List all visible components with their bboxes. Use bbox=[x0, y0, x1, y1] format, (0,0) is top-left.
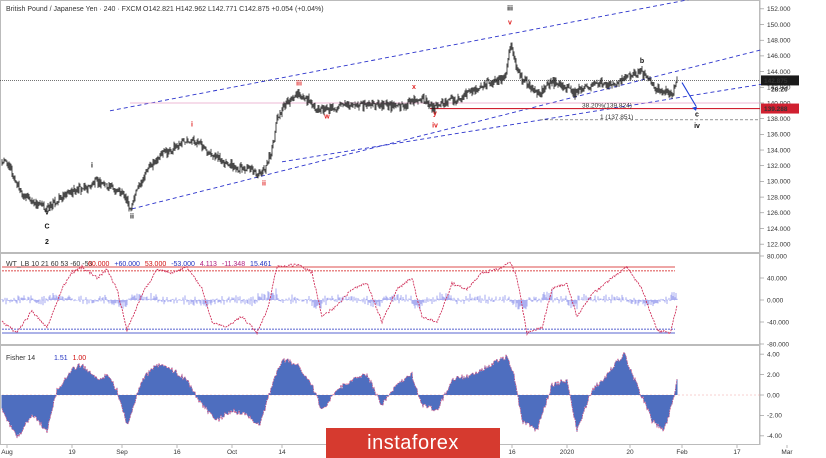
chart-title: British Pound / Japanese Yen · 240 · FXC… bbox=[6, 6, 142, 13]
wave-label: iii bbox=[507, 5, 513, 12]
price-tick-label: 152.000 bbox=[767, 6, 791, 13]
wave-label: v bbox=[45, 209, 49, 216]
price-tick-label: 136.000 bbox=[767, 132, 791, 139]
trading-chart[interactable]: 38.20%(139.824) 1 (137.851) 152.000 150.00… bbox=[0, 0, 826, 458]
wave-label: c bbox=[695, 111, 699, 118]
fisher-tick-label: -2.00 bbox=[767, 413, 782, 420]
wave-label: iv bbox=[432, 122, 438, 129]
countdown-label: 28:26 bbox=[771, 86, 788, 93]
fisher-title: Fisher 14 bbox=[6, 355, 35, 362]
fisher-tick-label: 2.00 bbox=[767, 372, 780, 379]
time-tick-label: Mar bbox=[781, 449, 793, 456]
wave-label: y bbox=[433, 111, 437, 118]
time-tick-label: 20 bbox=[626, 449, 634, 456]
time-tick-label: 19 bbox=[68, 449, 76, 456]
price-tick-label: 132.000 bbox=[767, 163, 791, 170]
price-tick-label: 134.000 bbox=[767, 147, 791, 154]
wave-label: b bbox=[640, 58, 644, 65]
instaforex-logo: instaforex bbox=[326, 428, 500, 458]
price-tick-label: 144.000 bbox=[767, 69, 791, 76]
wave-label: C bbox=[44, 223, 49, 230]
price-tick-label: 122.000 bbox=[767, 241, 791, 248]
time-tick-label: Aug bbox=[1, 449, 13, 456]
wave-label: i bbox=[191, 122, 193, 129]
fisher-tick-label: -4.00 bbox=[767, 433, 782, 440]
price-tick-label: 138.000 bbox=[767, 116, 791, 123]
time-tick-label: 16 bbox=[173, 449, 181, 456]
last-price-tag-text: 142.875 bbox=[764, 78, 788, 85]
price-tick-label: 128.000 bbox=[767, 194, 791, 201]
ohlc-readout: O142.821 H142.962 L142.771 C142.875 +0.0… bbox=[143, 6, 324, 13]
wave-label: ii bbox=[130, 213, 134, 220]
fisher-tick-label: 0.00 bbox=[767, 392, 780, 399]
oscillator-legend: 60.000 +60.000 53.000 -53.000 4.113 -11.… bbox=[88, 261, 272, 268]
wave-label: 2 bbox=[45, 239, 49, 246]
oscillator-title: WT_LB 10 21 60 53 -60 -53 bbox=[6, 261, 92, 268]
target-label: 1 (137.851) bbox=[600, 114, 633, 121]
price-tick-label: 150.000 bbox=[767, 22, 791, 29]
time-tick-label: Feb bbox=[676, 449, 688, 456]
time-tick-label: 17 bbox=[733, 449, 741, 456]
wave-label: iii bbox=[296, 81, 302, 88]
time-tick-label: 14 bbox=[278, 449, 286, 456]
time-tick-label: Sep bbox=[116, 449, 128, 456]
fisher-tick-label: 4.00 bbox=[767, 351, 780, 358]
osc-tick-label: 0.000 bbox=[767, 297, 784, 304]
price-tick-label: 126.000 bbox=[767, 210, 791, 217]
retracement-tag-text: 139.288 bbox=[764, 106, 788, 113]
wave-label: iv bbox=[694, 123, 700, 130]
osc-tick-label: -40.000 bbox=[767, 319, 789, 326]
osc-tick-label: 80.000 bbox=[767, 253, 787, 260]
price-tick-label: 146.000 bbox=[767, 53, 791, 60]
price-axis: 152.000150.000148.000146.000144.000142.0… bbox=[760, 6, 799, 248]
retracement-label: 38.20%(139.824) bbox=[582, 103, 632, 110]
price-tick-label: 124.000 bbox=[767, 226, 791, 233]
price-tick-label: 130.000 bbox=[767, 179, 791, 186]
time-tick-label: Oct bbox=[227, 449, 237, 456]
price-tick-label: 148.000 bbox=[767, 38, 791, 45]
osc-tick-label: 40.000 bbox=[767, 275, 787, 282]
time-tick-label: 16 bbox=[508, 449, 516, 456]
wave-label: ii bbox=[262, 180, 266, 187]
fisher-axis: 4.00 2.00 0.00 -2.00 -4.00 bbox=[760, 351, 782, 440]
wave-label: v bbox=[508, 20, 512, 27]
wave-label: i bbox=[91, 162, 93, 169]
wave-label: w bbox=[323, 114, 330, 121]
price-panel[interactable] bbox=[0, 0, 760, 253]
time-tick-label: 2020 bbox=[560, 449, 575, 456]
osc-tick-label: -80.000 bbox=[767, 341, 789, 348]
wave-label: x bbox=[412, 84, 416, 91]
oscillator-axis: 80.000 40.000 0.000 -40.000 -80.000 bbox=[760, 253, 789, 348]
